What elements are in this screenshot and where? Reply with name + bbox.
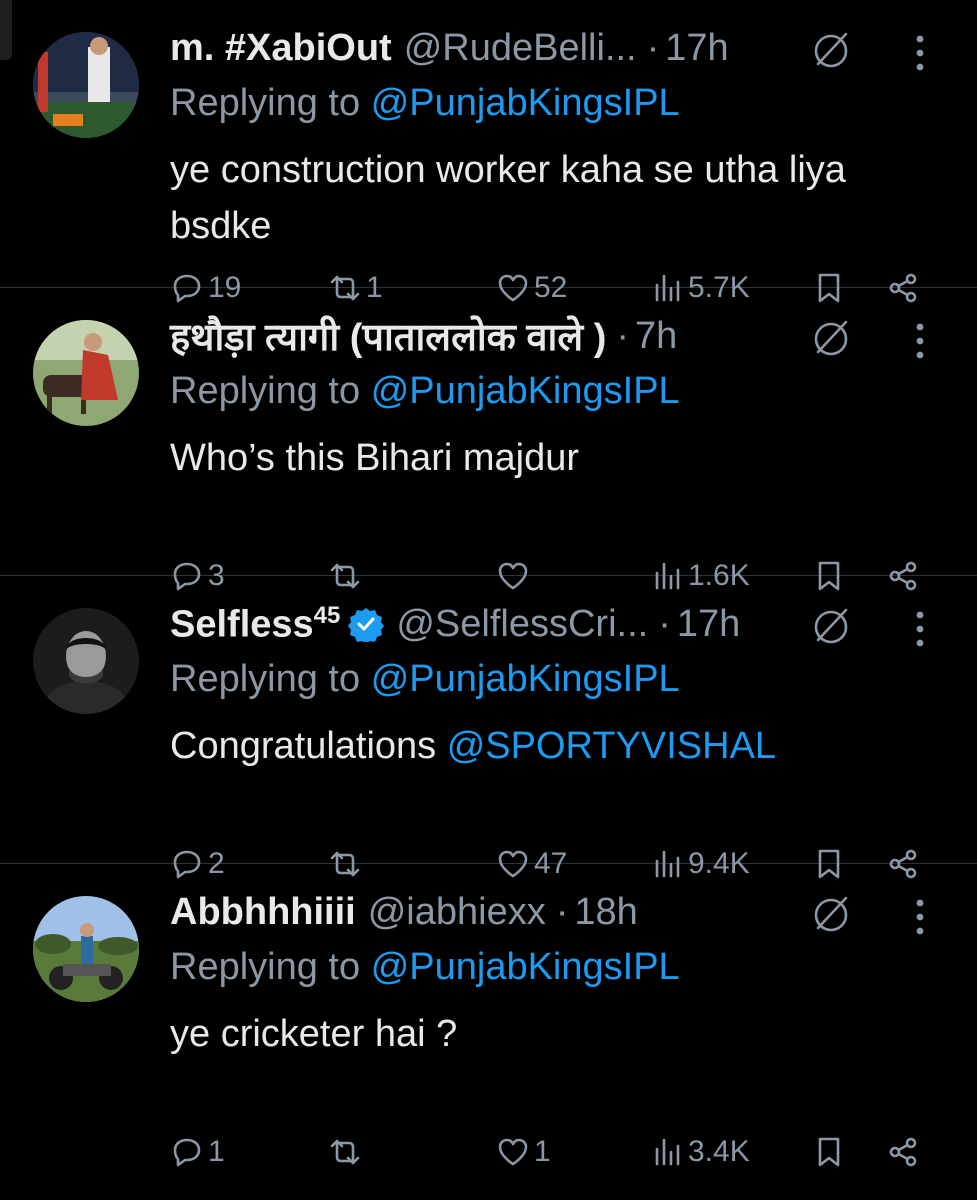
grok-icon[interactable] xyxy=(808,28,854,74)
user-handle[interactable]: @RudeBelli... xyxy=(404,27,637,70)
bookmark-icon xyxy=(818,1137,840,1167)
tweet-text: ye cricketer hai ? xyxy=(170,1013,458,1055)
share-button[interactable] xyxy=(886,1132,924,1172)
timestamp[interactable]: 7h xyxy=(635,315,677,358)
retweet-button[interactable] xyxy=(328,1132,366,1172)
avatar[interactable] xyxy=(33,896,139,1002)
tweet-text-prefix: Congratulations xyxy=(170,725,437,767)
replying-prefix: Replying to xyxy=(170,82,361,124)
share-nodes-icon xyxy=(889,1137,917,1167)
user-handle[interactable]: @iabhiexx xyxy=(368,891,546,934)
like-count: 1 xyxy=(534,1135,551,1168)
replying-to: Replying to @PunjabKingsIPL xyxy=(170,658,680,701)
avatar[interactable] xyxy=(33,32,139,138)
replying-to: Replying to @PunjabKingsIPL xyxy=(170,370,680,413)
replies-feed: m. #XabiOut @RudeBelli... · 17h Replying… xyxy=(0,0,977,1168)
avatar[interactable] xyxy=(33,320,139,426)
vertical-dots-icon[interactable] xyxy=(905,318,935,364)
replying-to-link[interactable]: @PunjabKingsIPL xyxy=(371,370,680,412)
action-bar: 1 1 3.4K xyxy=(170,1132,930,1172)
heart-icon xyxy=(498,1138,528,1166)
avatar[interactable] xyxy=(33,608,139,714)
reply-tweet[interactable]: m. #XabiOut @RudeBelli... · 17h Replying… xyxy=(0,0,977,304)
separator-dot: · xyxy=(658,602,671,645)
mention-link[interactable]: @SPORTYVISHAL xyxy=(447,725,776,767)
separator-dot: · xyxy=(646,26,660,69)
replying-to: Replying to @PunjabKingsIPL xyxy=(170,946,680,989)
replying-to-link[interactable]: @PunjabKingsIPL xyxy=(371,658,680,700)
bar-chart-icon xyxy=(655,1138,680,1166)
vertical-dots-icon[interactable] xyxy=(905,606,935,652)
replying-to-link[interactable]: @PunjabKingsIPL xyxy=(371,946,680,988)
reply-tweet[interactable]: Selfless45 @SelflessCri... · 17h Replyin… xyxy=(0,576,977,880)
grok-icon[interactable] xyxy=(808,892,854,938)
like-button[interactable]: 1 xyxy=(496,1132,551,1172)
replying-to-link[interactable]: @PunjabKingsIPL xyxy=(371,82,680,124)
display-name[interactable]: Selfless45 xyxy=(170,602,340,647)
replying-prefix: Replying to xyxy=(170,658,361,700)
tweet-text: Who’s this Bihari majdur xyxy=(170,437,580,479)
tweet-header: m. #XabiOut @RudeBelli... · 17h xyxy=(170,26,729,70)
grok-icon[interactable] xyxy=(808,604,854,650)
display-name[interactable]: m. #XabiOut xyxy=(170,27,392,70)
vertical-dots-icon[interactable] xyxy=(905,894,935,940)
display-name[interactable]: हथौड़ा त्यागी (पाताललोक वाले ) xyxy=(170,310,606,362)
reply-tweet[interactable]: हथौड़ा त्यागी (पाताललोक वाले ) · 7h Repl… xyxy=(0,288,977,592)
reply-count: 1 xyxy=(208,1135,225,1168)
reply-button[interactable]: 1 xyxy=(170,1132,225,1172)
bookmark-button[interactable] xyxy=(812,1132,850,1172)
view-count: 3.4K xyxy=(688,1135,750,1168)
grok-icon[interactable] xyxy=(808,316,854,362)
separator-dot: · xyxy=(616,314,630,357)
replying-to: Replying to @PunjabKingsIPL xyxy=(170,82,680,125)
verified-badge-icon xyxy=(348,608,385,642)
timestamp[interactable]: 17h xyxy=(665,27,728,70)
separator-dot: · xyxy=(555,890,569,933)
display-name[interactable]: Abbhhhiiii xyxy=(170,891,356,934)
tweet-text: ye construction worker kaha se utha liya… xyxy=(170,149,846,247)
views-button[interactable]: 3.4K xyxy=(650,1132,750,1172)
tweet-header: Selfless45 @SelflessCri... · 17h xyxy=(170,602,740,646)
retweet-arrows-icon xyxy=(330,1139,360,1165)
speech-bubble-icon xyxy=(173,1138,201,1167)
tweet-header: हथौड़ा त्यागी (पाताललोक वाले ) · 7h xyxy=(170,314,677,360)
tweet-text: Congratulations @SPORTYVISHAL xyxy=(170,718,930,774)
timestamp[interactable]: 18h xyxy=(574,891,637,934)
timestamp[interactable]: 17h xyxy=(677,603,740,646)
replying-prefix: Replying to xyxy=(170,946,361,988)
replying-prefix: Replying to xyxy=(170,370,361,412)
display-name-text: Selfless xyxy=(170,603,314,646)
user-handle[interactable]: @SelflessCri... xyxy=(396,603,648,646)
vertical-dots-icon[interactable] xyxy=(905,30,935,76)
display-name-superscript: 45 xyxy=(313,601,341,629)
reply-tweet[interactable]: Abbhhhiiii @iabhiexx · 18h Replying to @… xyxy=(0,864,977,1168)
tweet-header: Abbhhhiiii @iabhiexx · 18h xyxy=(170,890,638,934)
